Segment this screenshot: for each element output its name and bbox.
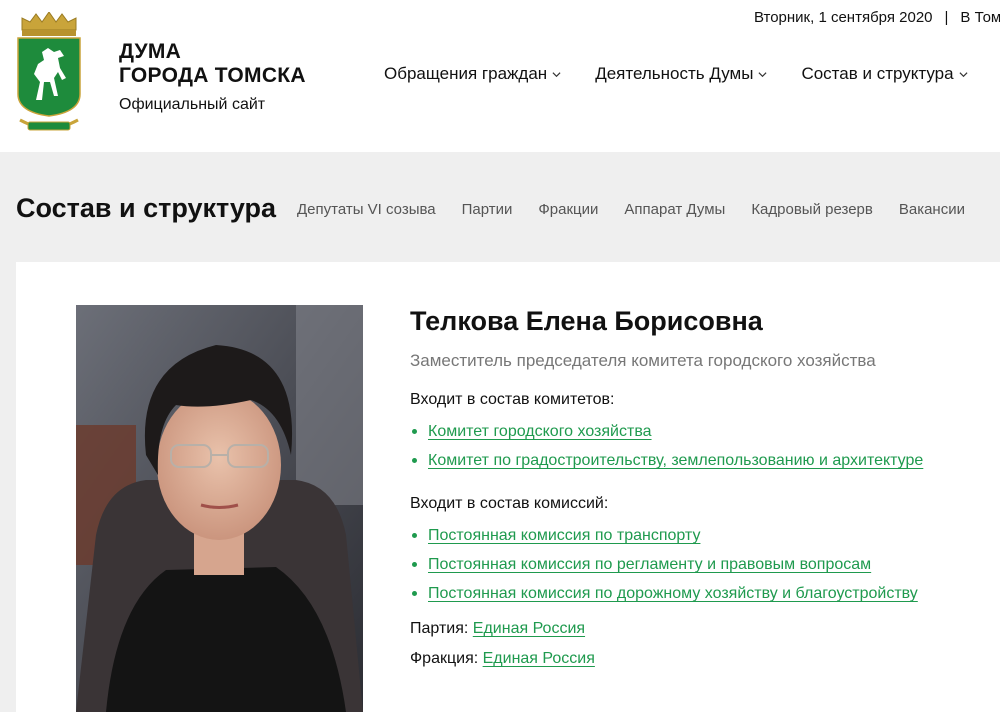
commissions-heading: Входит в состав комиссий:: [410, 495, 609, 512]
subnav-vacancies[interactable]: Вакансии: [899, 201, 965, 218]
nav-item-appeals[interactable]: Обращения граждан: [384, 64, 561, 84]
committee-link[interactable]: Комитет по градостроительству, землеполь…: [428, 452, 923, 469]
faction-link[interactable]: Единая Россия: [483, 650, 595, 667]
commission-link[interactable]: Постоянная комиссия по дорожному хозяйст…: [428, 585, 918, 602]
faction-row: Фракция: Единая Россия: [410, 650, 995, 668]
commissions-list: Постоянная комиссия по транспорту Постоя…: [410, 521, 995, 608]
city-weather-link[interactable]: В Том: [960, 9, 1000, 26]
nav-item-activity[interactable]: Деятельность Думы: [595, 64, 767, 84]
party-row: Партия: Единая Россия: [410, 620, 995, 638]
party-label: Партия:: [410, 620, 469, 637]
faction-label: Фракция:: [410, 650, 479, 667]
party-link[interactable]: Единая Россия: [473, 620, 585, 637]
chevron-down-icon: [959, 71, 968, 77]
commission-link[interactable]: Постоянная комиссия по регламенту и прав…: [428, 556, 871, 573]
nav-item-label: Обращения граждан: [384, 64, 548, 83]
nav-item-label: Состав и структура: [801, 64, 954, 83]
list-item: Комитет по градостроительству, землеполь…: [410, 446, 995, 475]
committees-heading: Входит в состав комитетов:: [410, 391, 615, 408]
section-subnav: Депутаты VI созыва Партии Фракции Аппара…: [297, 201, 965, 218]
coat-of-arms-icon[interactable]: [14, 12, 84, 138]
current-date: Вторник, 1 сентября 2020: [754, 9, 933, 26]
deputy-position: Заместитель председателя комитета городс…: [410, 351, 876, 370]
top-info-line: Вторник, 1 сентября 2020 | В Том: [754, 9, 1000, 26]
list-item: Постоянная комиссия по транспорту: [410, 521, 995, 550]
commission-link[interactable]: Постоянная комиссия по транспорту: [428, 527, 700, 544]
subnav-factions[interactable]: Фракции: [538, 201, 598, 218]
list-item: Постоянная комиссия по регламенту и прав…: [410, 550, 995, 579]
main-navigation: Обращения граждан Деятельность Думы Сост…: [384, 64, 968, 84]
nav-item-structure[interactable]: Состав и структура: [801, 64, 968, 84]
profile-info: Телкова Елена Борисовна Заместитель пред…: [410, 305, 995, 668]
deputy-photo: [76, 305, 363, 712]
brand-title-line2: ГОРОДА ТОМСКА: [119, 64, 306, 87]
chevron-down-icon: [758, 71, 767, 77]
committees-list: Комитет городского хозяйства Комитет по …: [410, 417, 995, 475]
list-item: Постоянная комиссия по дорожному хозяйст…: [410, 579, 995, 608]
deputy-name: Телкова Елена Борисовна: [410, 306, 763, 336]
brand-title-line1: ДУМА: [119, 40, 182, 63]
committee-link[interactable]: Комитет городского хозяйства: [428, 423, 652, 440]
nav-item-label: Деятельность Думы: [595, 64, 754, 83]
chevron-down-icon: [552, 71, 561, 77]
site-header: ДУМА ГОРОДА ТОМСКА Официальный сайт Втор…: [0, 0, 1000, 152]
separator: |: [944, 9, 949, 26]
list-item: Комитет городского хозяйства: [410, 417, 995, 446]
subnav-parties[interactable]: Партии: [462, 201, 513, 218]
subnav-reserve[interactable]: Кадровый резерв: [751, 201, 873, 218]
subnav-staff[interactable]: Аппарат Думы: [624, 201, 725, 218]
section-title: Состав и структура: [16, 193, 277, 223]
subnav-deputies[interactable]: Депутаты VI созыва: [297, 201, 436, 218]
brand[interactable]: ДУМА ГОРОДА ТОМСКА Официальный сайт: [119, 40, 306, 114]
brand-subtitle: Официальный сайт: [119, 96, 266, 113]
